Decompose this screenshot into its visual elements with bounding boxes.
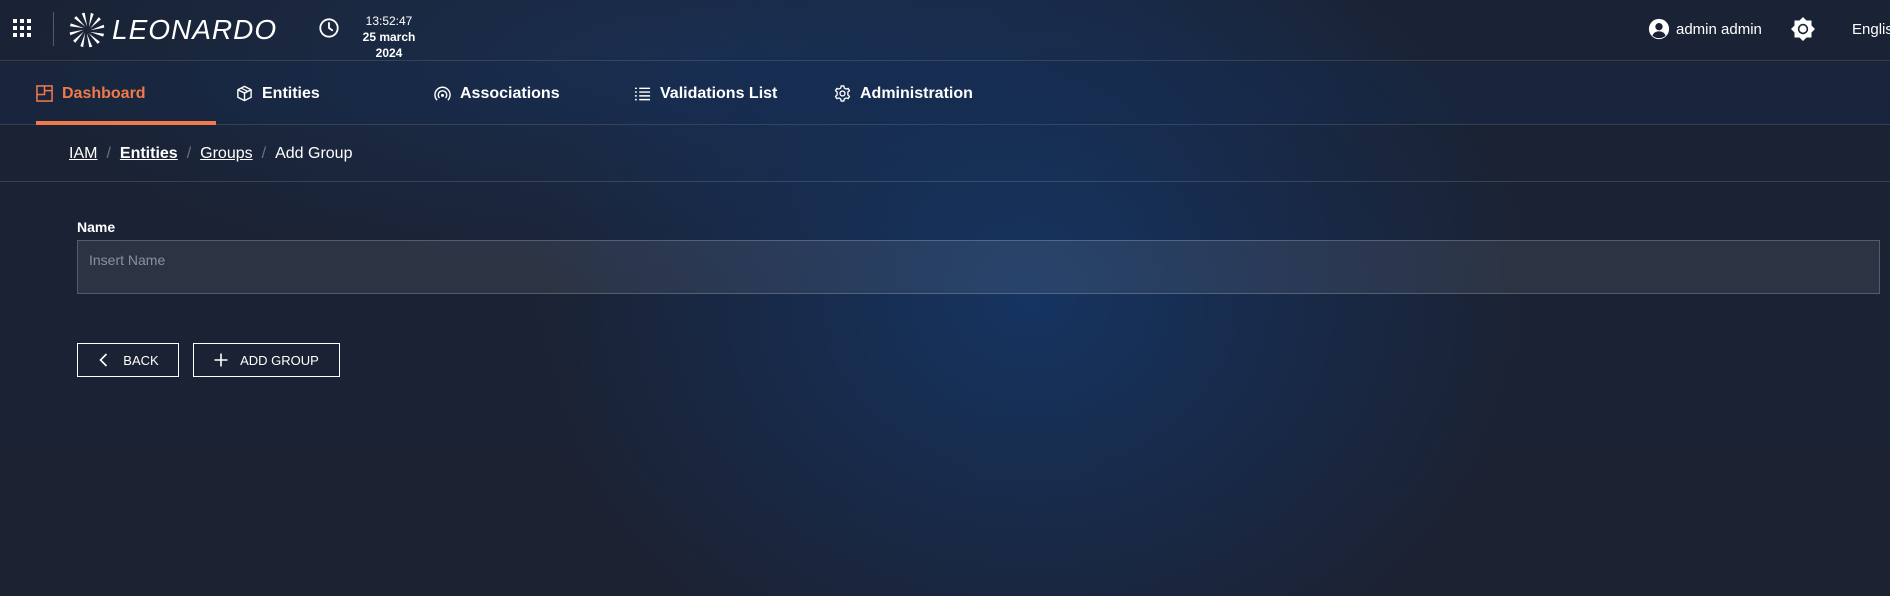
back-button[interactable]: BACK [77, 343, 179, 377]
header-divider [53, 12, 54, 46]
chevron-left-icon [99, 353, 108, 367]
tab-label: Associations [460, 84, 560, 102]
active-tab-indicator [36, 121, 216, 125]
user-name: admin admin [1676, 20, 1762, 38]
brightness-icon[interactable] [1790, 16, 1816, 42]
breadcrumb-iam[interactable]: IAM [69, 145, 97, 163]
content-divider [0, 181, 1890, 182]
signal-icon [434, 86, 451, 101]
datetime-display: 13:52:47 25 march 2024 [348, 13, 430, 61]
tab-associations[interactable]: Associations [434, 62, 560, 125]
back-button-label: BACK [123, 352, 159, 368]
brand-name: LEONARDO [112, 14, 278, 45]
breadcrumb-separator: / [186, 145, 192, 162]
breadcrumb-current: Add Group [275, 145, 353, 162]
language-selector[interactable]: English [1852, 21, 1890, 38]
tab-label: Validations List [660, 84, 778, 102]
leonardo-logo-icon [69, 12, 105, 48]
tab-entities[interactable]: Entities [236, 62, 320, 125]
apps-grid-icon[interactable] [13, 19, 31, 37]
breadcrumb-separator: / [106, 145, 111, 162]
tab-administration[interactable]: Administration [834, 62, 973, 125]
current-time: 13:52:47 [365, 14, 413, 28]
top-bar: LEONARDO 13:52:47 25 march 2024 admin ad… [0, 0, 1890, 61]
tab-validations-list[interactable]: Validations List [634, 62, 777, 125]
name-input[interactable] [77, 240, 1880, 294]
gear-icon [834, 85, 851, 102]
user-menu[interactable]: admin admin [1648, 17, 1762, 41]
tab-dashboard[interactable]: Dashboard [36, 62, 146, 125]
dashboard-icon [36, 85, 53, 102]
user-avatar-icon [1648, 18, 1670, 40]
tab-label: Dashboard [62, 84, 146, 102]
brand-logo[interactable]: LEONARDO [68, 10, 277, 50]
name-label: Name [77, 219, 116, 235]
add-group-button[interactable]: ADD GROUP [193, 343, 340, 377]
main-nav: Dashboard Entities Associations Validati… [0, 62, 1890, 125]
tab-label: Administration [860, 84, 973, 102]
cube-icon [237, 85, 252, 102]
add-group-button-label: ADD GROUP [240, 352, 319, 368]
plus-icon [214, 353, 228, 367]
tab-label: Entities [262, 84, 320, 102]
clock-icon [319, 18, 339, 38]
breadcrumb-groups[interactable]: Groups [200, 145, 252, 163]
breadcrumb-entities[interactable]: Entities [120, 145, 178, 163]
current-date: 25 march 2024 [362, 30, 416, 60]
list-icon [634, 87, 651, 101]
breadcrumb: IAM / Entities / Groups / Add Group [69, 144, 352, 164]
breadcrumb-separator: / [261, 145, 267, 162]
